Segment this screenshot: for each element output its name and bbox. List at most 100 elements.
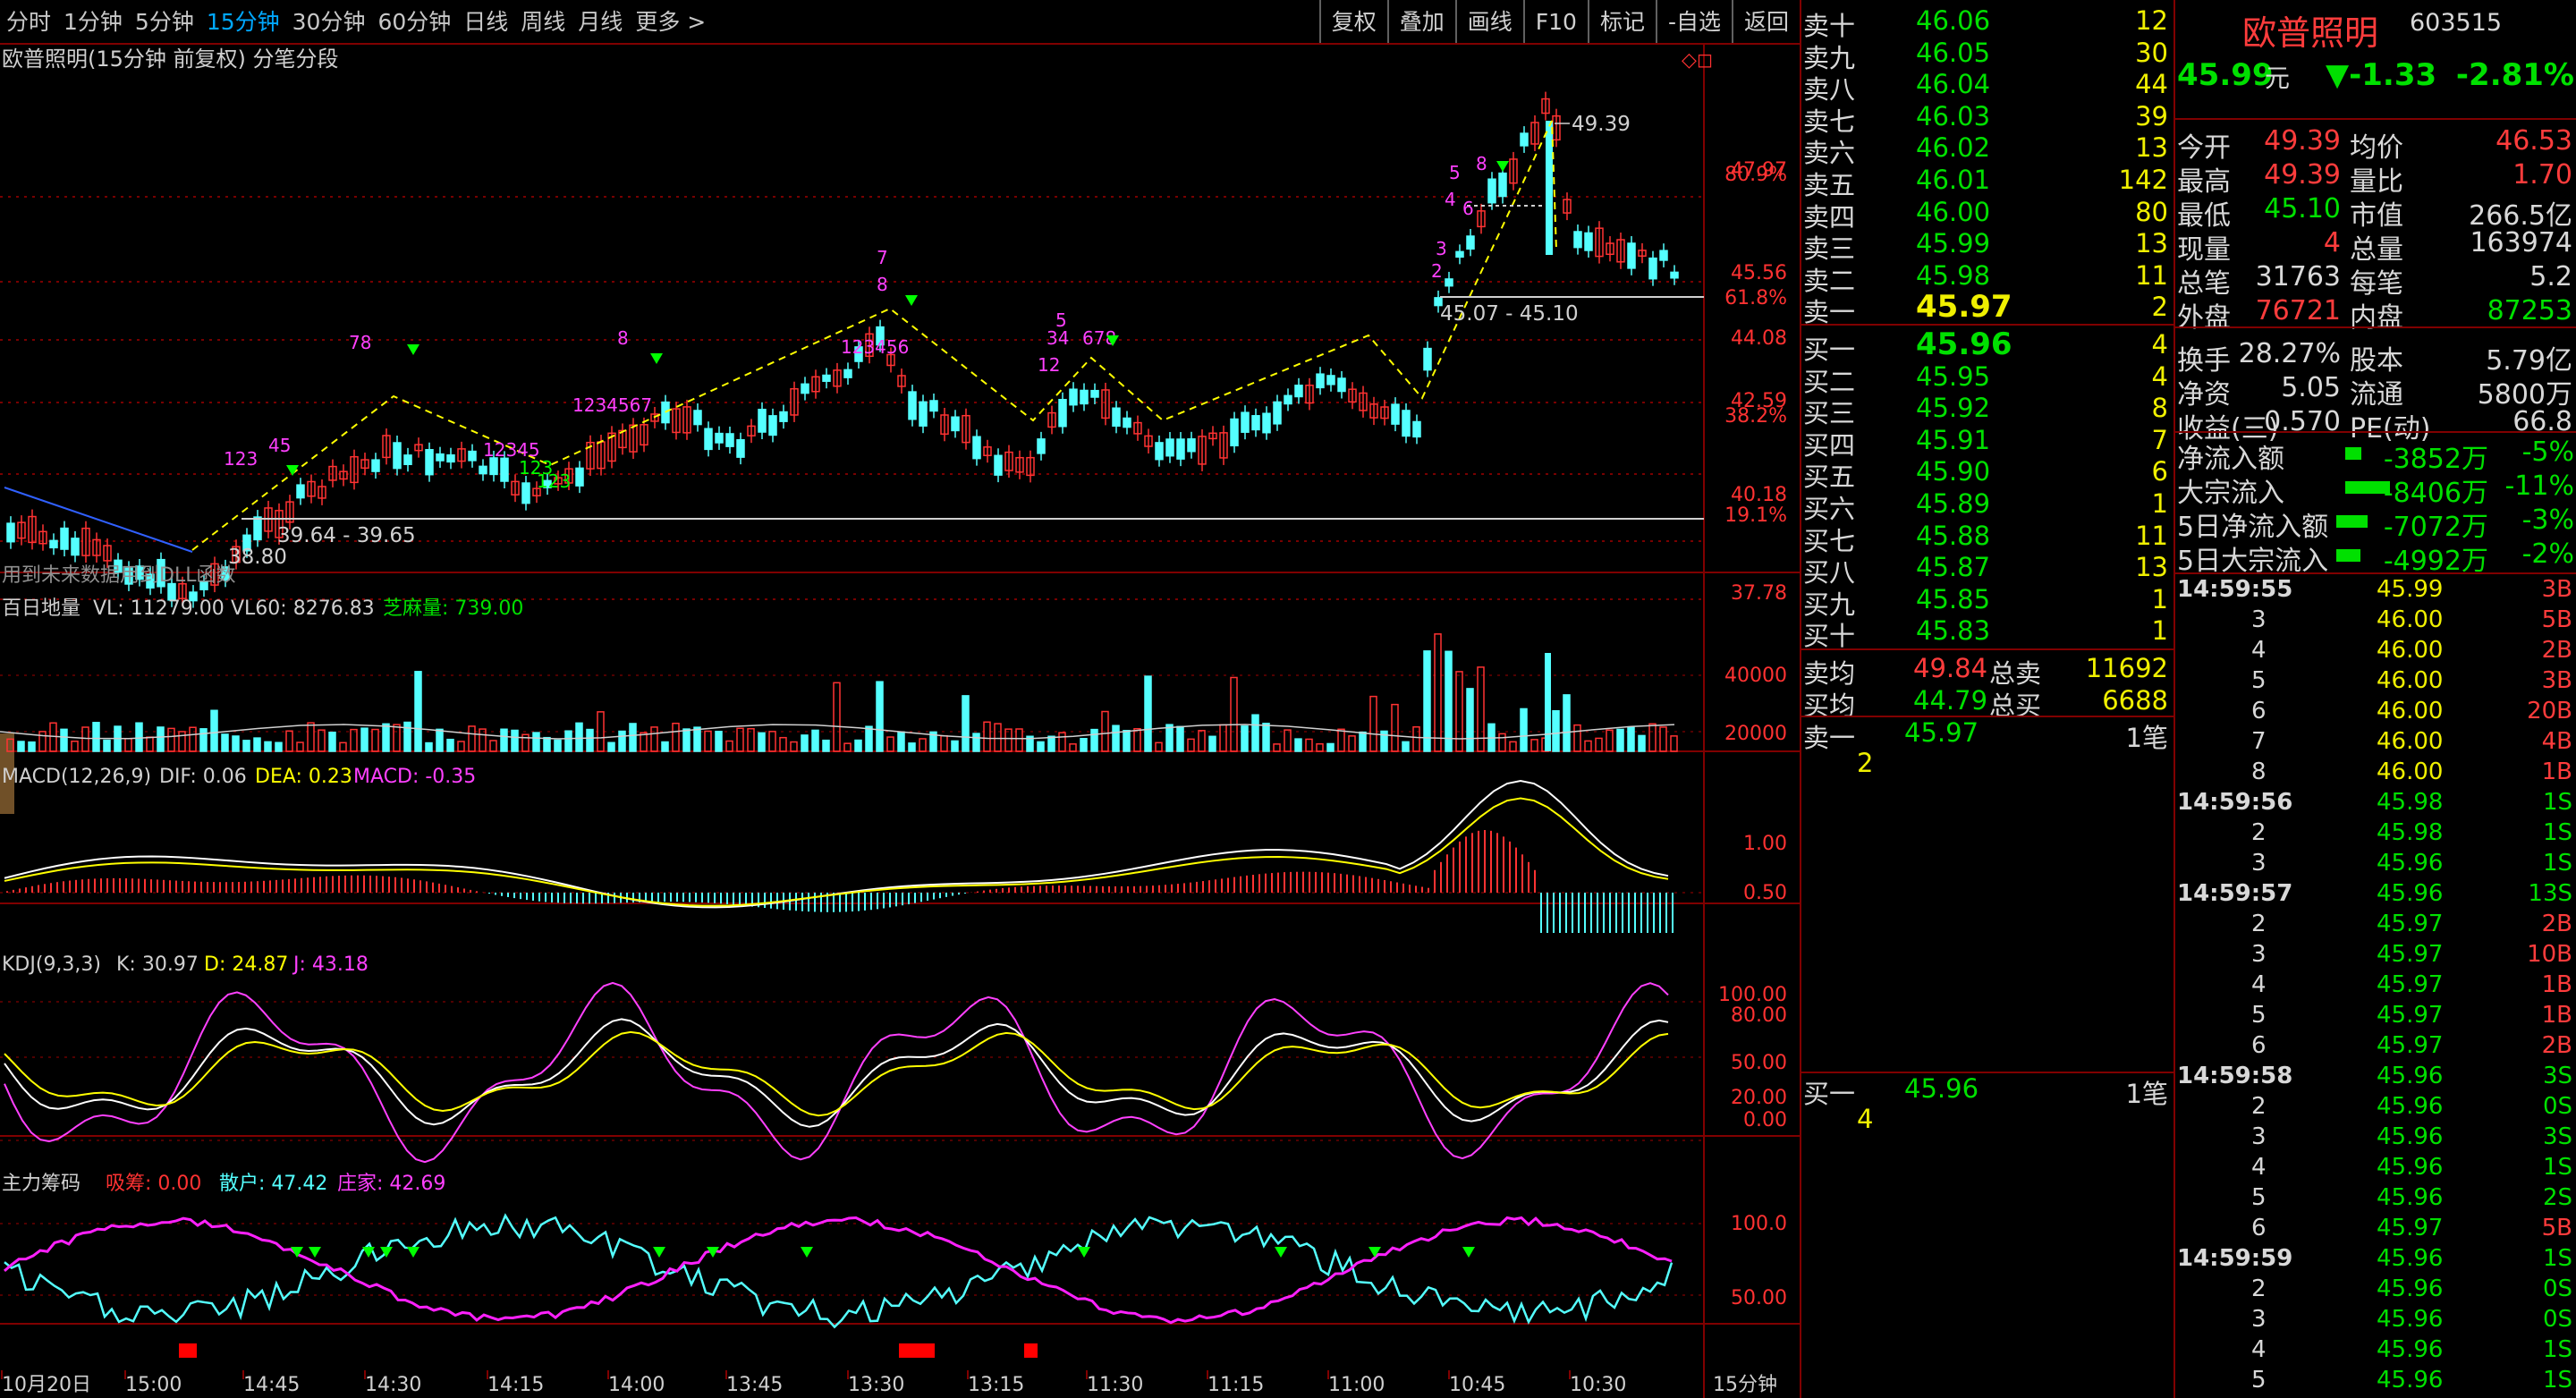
sell-level-7[interactable]: 卖七 46.03 39	[1801, 100, 2175, 137]
buy-level-2[interactable]: 买二 45.95 4	[1801, 361, 2175, 397]
period-tab-7[interactable]: 周线	[514, 0, 572, 43]
x-axis-label: 15:00	[125, 1374, 182, 1396]
tick-price: 45.96	[2377, 1275, 2444, 1302]
tick-time: 14:59:59	[2177, 1245, 2293, 1272]
tick-row: 14:59:55 45.99 3B	[2175, 576, 2576, 606]
period-tab-2[interactable]: 5分钟	[129, 0, 200, 43]
period-tab-0[interactable]: 分时	[0, 0, 57, 43]
sell-level-2[interactable]: 卖二 45.98 11	[1801, 259, 2175, 296]
signal-triangle	[801, 1247, 813, 1258]
level-qty: 44	[2135, 69, 2168, 100]
sell-level-8[interactable]: 卖八 46.04 44	[1801, 69, 2175, 105]
divider	[1801, 324, 2175, 326]
period-tab-4[interactable]: 30分钟	[286, 0, 372, 43]
period-tab-3[interactable]: 15分钟	[200, 0, 286, 43]
tick-row: 5 46.00 3B	[2175, 667, 2576, 698]
kline-chart-area[interactable]: 1234578 878534 6781212345612345671234554 68…	[0, 45, 1800, 1398]
kdj-title: KDJ(9,3,3)	[2, 953, 101, 976]
kdj-d: D: 24.87	[204, 953, 288, 976]
period-tab-9[interactable]: 更多 >	[629, 0, 712, 43]
stock-info-panel: 欧普照明 603515 45.99 元 ▼-1.33 -2.81% 今开 49.39 均价 46.…	[2174, 0, 2576, 1398]
tick-volume: 1S	[2542, 1367, 2572, 1394]
buy-summary: 买均 44.79 总买 6688	[1801, 685, 2175, 721]
tick-time: 5	[2251, 1002, 2267, 1029]
tool-button-4[interactable]: 标记	[1587, 0, 1656, 43]
wave-label: 8	[877, 274, 888, 295]
divider	[1801, 648, 2175, 650]
sell-level-3[interactable]: 卖三 45.99 13	[1801, 228, 2175, 264]
level-price: 45.98	[1916, 259, 1991, 291]
period-tab-8[interactable]: 月线	[572, 0, 629, 43]
tick-volume: 1S	[2542, 819, 2572, 846]
level-price: 46.06	[1916, 5, 1991, 36]
info-value: 49.39	[2264, 125, 2341, 157]
tick-time: 4	[2251, 1154, 2267, 1181]
level-price: 45.97	[1916, 289, 2012, 326]
macd-axis-label: 0.50	[1743, 882, 1787, 904]
diamond-icon[interactable]: ◇◻	[1682, 49, 1713, 72]
sell-level-10[interactable]: 卖十 46.06 12	[1801, 5, 2175, 41]
level-qty: 1	[2151, 615, 2168, 647]
tick-volume: 3S	[2542, 1123, 2572, 1150]
tick-price: 45.98	[2377, 819, 2444, 846]
sell-level-6[interactable]: 卖六 46.02 13	[1801, 132, 2175, 168]
x-axis-label: 10:45	[1449, 1374, 1505, 1396]
tick-price: 45.97	[2377, 1032, 2444, 1059]
tick-price: 45.96	[2377, 880, 2444, 907]
divider	[2175, 572, 2576, 574]
buy-level-3[interactable]: 买三 45.92 8	[1801, 393, 2175, 428]
kdj-axis-label: 20.00	[1731, 1087, 1787, 1109]
level-qty: 11	[2135, 259, 2168, 291]
tick-time: 14:59:56	[2177, 789, 2293, 816]
level-qty: 39	[2135, 100, 2168, 131]
buy-level-7[interactable]: 买七 45.88 11	[1801, 520, 2175, 556]
tool-button-6[interactable]: 返回	[1731, 0, 1800, 43]
tool-button-0[interactable]: 复权	[1318, 0, 1387, 43]
tick-price: 46.00	[2377, 728, 2444, 755]
tick-row: 5 45.97 1B	[2175, 1002, 2576, 1032]
sell-level-5[interactable]: 卖五 46.01 142	[1801, 165, 2175, 200]
period-tab-5[interactable]: 60分钟	[371, 0, 457, 43]
future-data-note: 用到未来数据用到DLL函数	[2, 564, 235, 587]
tool-button-3[interactable]: F10	[1522, 0, 1588, 43]
buy-level-8[interactable]: 买八 45.87 13	[1801, 552, 2175, 588]
tool-button-1[interactable]: 叠加	[1386, 0, 1455, 43]
current-price: 45.99	[2177, 57, 2274, 93]
tick-row: 4 45.96 1S	[2175, 1336, 2576, 1367]
tick-price: 46.00	[2377, 758, 2444, 785]
tick-time: 4	[2251, 637, 2267, 664]
info-value: 87253	[2487, 295, 2572, 326]
tool-button-5[interactable]: -自选	[1655, 0, 1732, 43]
info-row-4: 总笔 31763 每笔 5.2	[2175, 261, 2576, 300]
level-price: 45.88	[1916, 520, 1991, 551]
period-tab-1[interactable]: 1分钟	[57, 0, 129, 43]
info-row-3: 现量 4 总量 163974	[2175, 227, 2576, 266]
info-row-8: 收益(三) 0.570 PE(动) 66.8	[2175, 406, 2576, 445]
buy-level-5[interactable]: 买五 45.90 6	[1801, 456, 2175, 492]
buy-level-9[interactable]: 买九 45.85 1	[1801, 583, 2175, 620]
signal-triangle	[1368, 1247, 1381, 1258]
level-qty: 7	[2151, 424, 2168, 455]
sell-level-4[interactable]: 卖四 46.00 80	[1801, 197, 2175, 233]
tool-button-2[interactable]: 画线	[1454, 0, 1523, 43]
signal-triangle	[1078, 1247, 1090, 1258]
buy-level-6[interactable]: 买六 45.89 1	[1801, 488, 2175, 524]
tick-volume: 3B	[2541, 667, 2572, 694]
tick-volume: 2S	[2542, 1184, 2572, 1211]
period-tab-6[interactable]: 日线	[457, 0, 514, 43]
sell-level-9[interactable]: 卖九 46.05 30	[1801, 38, 2175, 73]
level-qty: 1	[2151, 583, 2168, 614]
tick-volume: 5B	[2541, 606, 2572, 633]
buy-level-1[interactable]: 买一 45.96 4	[1801, 326, 2175, 365]
tick-time: 5	[2251, 1184, 2267, 1211]
x-axis-label: 13:45	[726, 1374, 783, 1396]
buy-level-10[interactable]: 买十 45.83 1	[1801, 615, 2175, 651]
buy-level-4[interactable]: 买四 45.91 7	[1801, 424, 2175, 461]
signal-triangle	[1462, 1247, 1475, 1258]
order-book-panel: 卖十 46.06 12 卖九 46.05 30 卖八 46.04 44 卖七 46.03 39 卖六 46…	[1800, 0, 2175, 1398]
divider	[2175, 431, 2576, 433]
tick-volume: 1S	[2542, 789, 2572, 816]
vol-vl60: VL60: 8276.83	[231, 597, 375, 620]
vol-axis-label: 40000	[1724, 665, 1787, 687]
sell-level-1[interactable]: 卖一 45.97 2	[1801, 289, 2175, 327]
